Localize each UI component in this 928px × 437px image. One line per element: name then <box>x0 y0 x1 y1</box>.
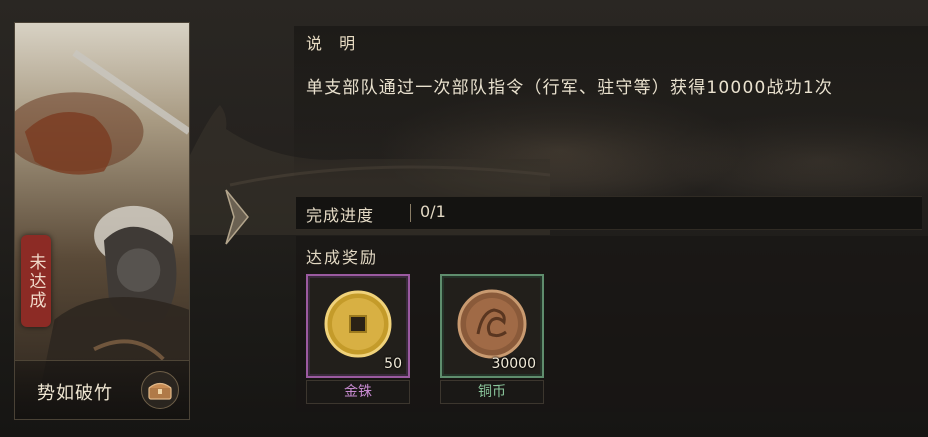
status-stamp: 未达成 <box>21 235 51 327</box>
warrior-artwork <box>15 23 189 417</box>
description-text: 单支部队通过一次部队指令（行军、驻守等）获得10000战功1次 <box>306 78 834 98</box>
reward-item-gold[interactable]: 50 <box>306 274 410 378</box>
description-box <box>294 26 928 181</box>
progress-label: 完成进度 <box>306 206 375 225</box>
reward-name-gold: 金铢 <box>306 380 410 404</box>
treasure-chest-icon[interactable] <box>141 371 179 409</box>
progress-divider <box>410 204 411 222</box>
achievement-name: 势如破竹 <box>37 383 113 404</box>
progress-row: 完成进度 0/1 <box>296 196 922 230</box>
rewards-title: 达成奖励 <box>306 248 379 267</box>
chevron-right-icon[interactable] <box>222 186 252 248</box>
reward-item-copper[interactable]: 30000 <box>440 274 544 378</box>
description-title: 说 明 <box>306 34 362 53</box>
card-nameplate: 势如破竹 <box>15 360 189 419</box>
reward-quantity: 30000 <box>491 356 536 372</box>
achievement-card[interactable]: 未达成 势如破竹 <box>14 22 190 420</box>
reward-name-copper: 铜币 <box>440 380 544 404</box>
status-text: 未达成 <box>25 252 46 310</box>
progress-value: 0/1 <box>420 202 446 221</box>
reward-quantity: 50 <box>384 356 402 372</box>
